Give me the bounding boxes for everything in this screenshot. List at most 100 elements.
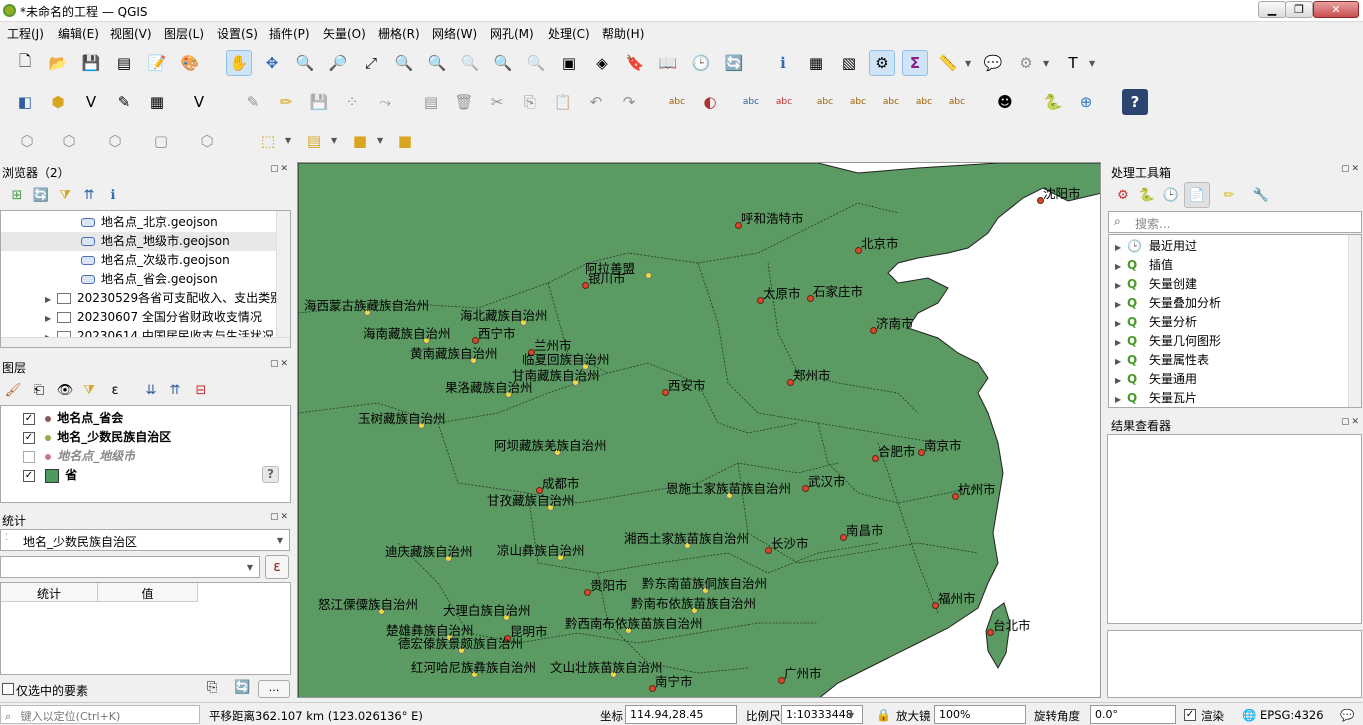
add-part-icon[interactable]: ⬡	[56, 128, 82, 154]
lock-icon[interactable]: 🔒	[876, 708, 891, 722]
rotate-label-icon[interactable]: abc	[878, 89, 904, 115]
new-3d-view-icon[interactable]: ◈	[589, 50, 615, 76]
menu-help[interactable]: 帮助(H)	[602, 25, 644, 42]
expand-arrow-icon[interactable]: ▶	[1115, 243, 1127, 252]
minimize-button[interactable]: ▁	[1258, 1, 1286, 18]
close-button[interactable]: ✕	[1313, 1, 1359, 18]
zoom-native-icon[interactable]: 🔍	[457, 50, 483, 76]
browser-hscrollbar[interactable]	[1, 337, 290, 347]
new-layout-icon[interactable]: ▤	[111, 50, 137, 76]
maximize-button[interactable]: ❐	[1285, 1, 1313, 18]
current-edits-icon[interactable]: ✎	[240, 89, 266, 115]
processing-item[interactable]: ▶ Q 矢量属性表	[1115, 351, 1209, 370]
add-selected-layers-icon[interactable]: ⊞	[4, 182, 30, 208]
models-icon[interactable]: ⚙	[1110, 182, 1136, 208]
python-console-icon[interactable]: 🐍	[1040, 89, 1066, 115]
refresh-browser-icon[interactable]: 🔄	[28, 182, 54, 208]
stats-col-header[interactable]: 统计	[1, 583, 98, 602]
layer-visibility-checkbox[interactable]: ✓	[23, 431, 35, 444]
copy-features-icon[interactable]: ⎘	[517, 89, 543, 115]
save-project-icon[interactable]: 💾	[78, 50, 104, 76]
processing-item[interactable]: ▶ Q 矢量几何图形	[1115, 332, 1221, 351]
toggle-editing-icon[interactable]: ✏	[273, 89, 299, 115]
map-tips-icon[interactable]: 💬	[980, 50, 1006, 76]
browser-folder-item[interactable]: ▶ 20230607 全国分省财政收支情况	[45, 308, 277, 327]
undo-icon[interactable]: ↶	[583, 89, 609, 115]
edit-features-inplace-icon[interactable]: ✏	[1216, 182, 1242, 208]
results-viewer-icon[interactable]: 📄	[1184, 182, 1210, 208]
processing-item[interactable]: ▶ Q 矢量通用	[1115, 370, 1197, 389]
expand-arrow-icon[interactable]: ▶	[45, 295, 57, 304]
filter-expression-icon[interactable]: ε	[102, 377, 128, 403]
collapse-all-icon[interactable]: ⇈	[76, 182, 102, 208]
new-virtual-layer-icon[interactable]: ▦	[144, 89, 170, 115]
quickmapservices-icon[interactable]: ⊕	[1073, 89, 1099, 115]
pin-label-icon[interactable]: abc	[771, 89, 797, 115]
filter-browser-icon[interactable]: ⧩	[52, 182, 78, 208]
manage-visibility-icon[interactable]: 👁	[52, 377, 78, 403]
offset-curve-icon[interactable]: ⬡	[194, 128, 220, 154]
browser-folder-item[interactable]: ▶ 20230529各省可支配收入、支出类别	[45, 289, 277, 308]
label-tool-icon[interactable]: abc	[664, 89, 690, 115]
deselect-dropdown-icon[interactable]: ▼	[377, 136, 383, 145]
panel-float-close-icon[interactable]: ▢✕	[1341, 417, 1361, 427]
paste-features-icon[interactable]: 📋	[550, 89, 576, 115]
menu-layer[interactable]: 图层(L)	[164, 25, 204, 42]
digitize-icon[interactable]: V	[186, 89, 212, 115]
redo-icon[interactable]: ↷	[616, 89, 642, 115]
show-bookmarks-icon[interactable]: 📖	[655, 50, 681, 76]
select-by-location-icon[interactable]: ■	[392, 128, 418, 154]
change-label-icon[interactable]: abc	[911, 89, 937, 115]
zoom-next-icon[interactable]: 🔍	[523, 50, 549, 76]
new-shapefile-icon[interactable]: V	[78, 89, 104, 115]
menu-raster[interactable]: 栅格(R)	[378, 25, 420, 42]
select-dropdown-icon[interactable]: ▼	[1043, 59, 1049, 68]
expand-arrow-icon[interactable]: ▶	[1115, 395, 1127, 404]
add-group-icon[interactable]: ⎗	[26, 377, 52, 403]
zoom-out-icon[interactable]: 🔎	[325, 50, 351, 76]
expand-arrow-icon[interactable]: ▶	[1115, 376, 1127, 385]
zoom-last-icon[interactable]: 🔍	[490, 50, 516, 76]
processing-toolbox-icon[interactable]: ⚙	[869, 50, 895, 76]
layer-visibility-checkbox[interactable]	[23, 450, 35, 463]
show-label-icon[interactable]: abc	[812, 89, 838, 115]
layer-item[interactable]: ✓ 地名点_省会	[23, 409, 123, 428]
zoom-to-layer-icon[interactable]: 🔍	[424, 50, 450, 76]
processing-search-input[interactable]: ⌕ 搜索...	[1108, 211, 1362, 233]
filter-legend-icon[interactable]: ⧩	[76, 377, 102, 403]
scripts-icon[interactable]: 🐍	[1134, 182, 1160, 208]
stats-more-button[interactable]: ...	[258, 680, 290, 698]
help-icon[interactable]: ?	[1122, 89, 1148, 115]
processing-item[interactable]: ▶ Q 矢量创建	[1115, 275, 1197, 294]
stats-field-input[interactable]: ▼	[0, 556, 260, 578]
expression-button[interactable]: ε	[265, 555, 289, 579]
menu-processing[interactable]: 处理(C)	[548, 25, 590, 42]
stats-layer-select[interactable]: ⁚ 地名_少数民族自治区 ▼	[0, 529, 290, 551]
zoom-in-icon[interactable]: 🔍	[292, 50, 318, 76]
collapse-all-layers-icon[interactable]: ⇈	[162, 377, 188, 403]
browser-file-item[interactable]: 地名点_次级市.geojson	[81, 251, 230, 270]
copy-stats-icon[interactable]: ⎘	[207, 680, 217, 695]
menu-web[interactable]: 网络(W)	[432, 25, 477, 42]
expand-arrow-icon[interactable]: ▶	[45, 314, 57, 323]
layer-visibility-checkbox[interactable]: ✓	[23, 469, 35, 482]
render-checkbox[interactable]: ✓	[1184, 709, 1196, 721]
expand-arrow-icon[interactable]: ▶	[1115, 262, 1127, 271]
add-ring-icon[interactable]: ⬡	[14, 128, 40, 154]
properties-icon[interactable]: ℹ	[100, 182, 126, 208]
menu-view[interactable]: 视图(V)	[110, 25, 152, 42]
expand-arrow-icon[interactable]: ▶	[1115, 319, 1127, 328]
remove-layer-icon[interactable]: ⊟	[188, 377, 214, 403]
menu-plugins[interactable]: 插件(P)	[269, 25, 310, 42]
vertex-tool-icon[interactable]: ⤳	[372, 89, 398, 115]
move-label-icon[interactable]: abc	[845, 89, 871, 115]
value-col-header[interactable]: 值	[98, 583, 198, 602]
deselect-icon[interactable]: ■	[347, 128, 373, 154]
open-project-icon[interactable]: 📂	[45, 50, 71, 76]
menu-project[interactable]: 工程(J)	[7, 25, 44, 42]
save-edits-icon[interactable]: 💾	[306, 89, 332, 115]
statistics-icon[interactable]: Σ	[902, 50, 928, 76]
refresh-icon[interactable]: 🔄	[721, 50, 747, 76]
menu-vector[interactable]: 矢量(O)	[323, 25, 366, 42]
new-temp-layer-icon[interactable]: ✎	[111, 89, 137, 115]
